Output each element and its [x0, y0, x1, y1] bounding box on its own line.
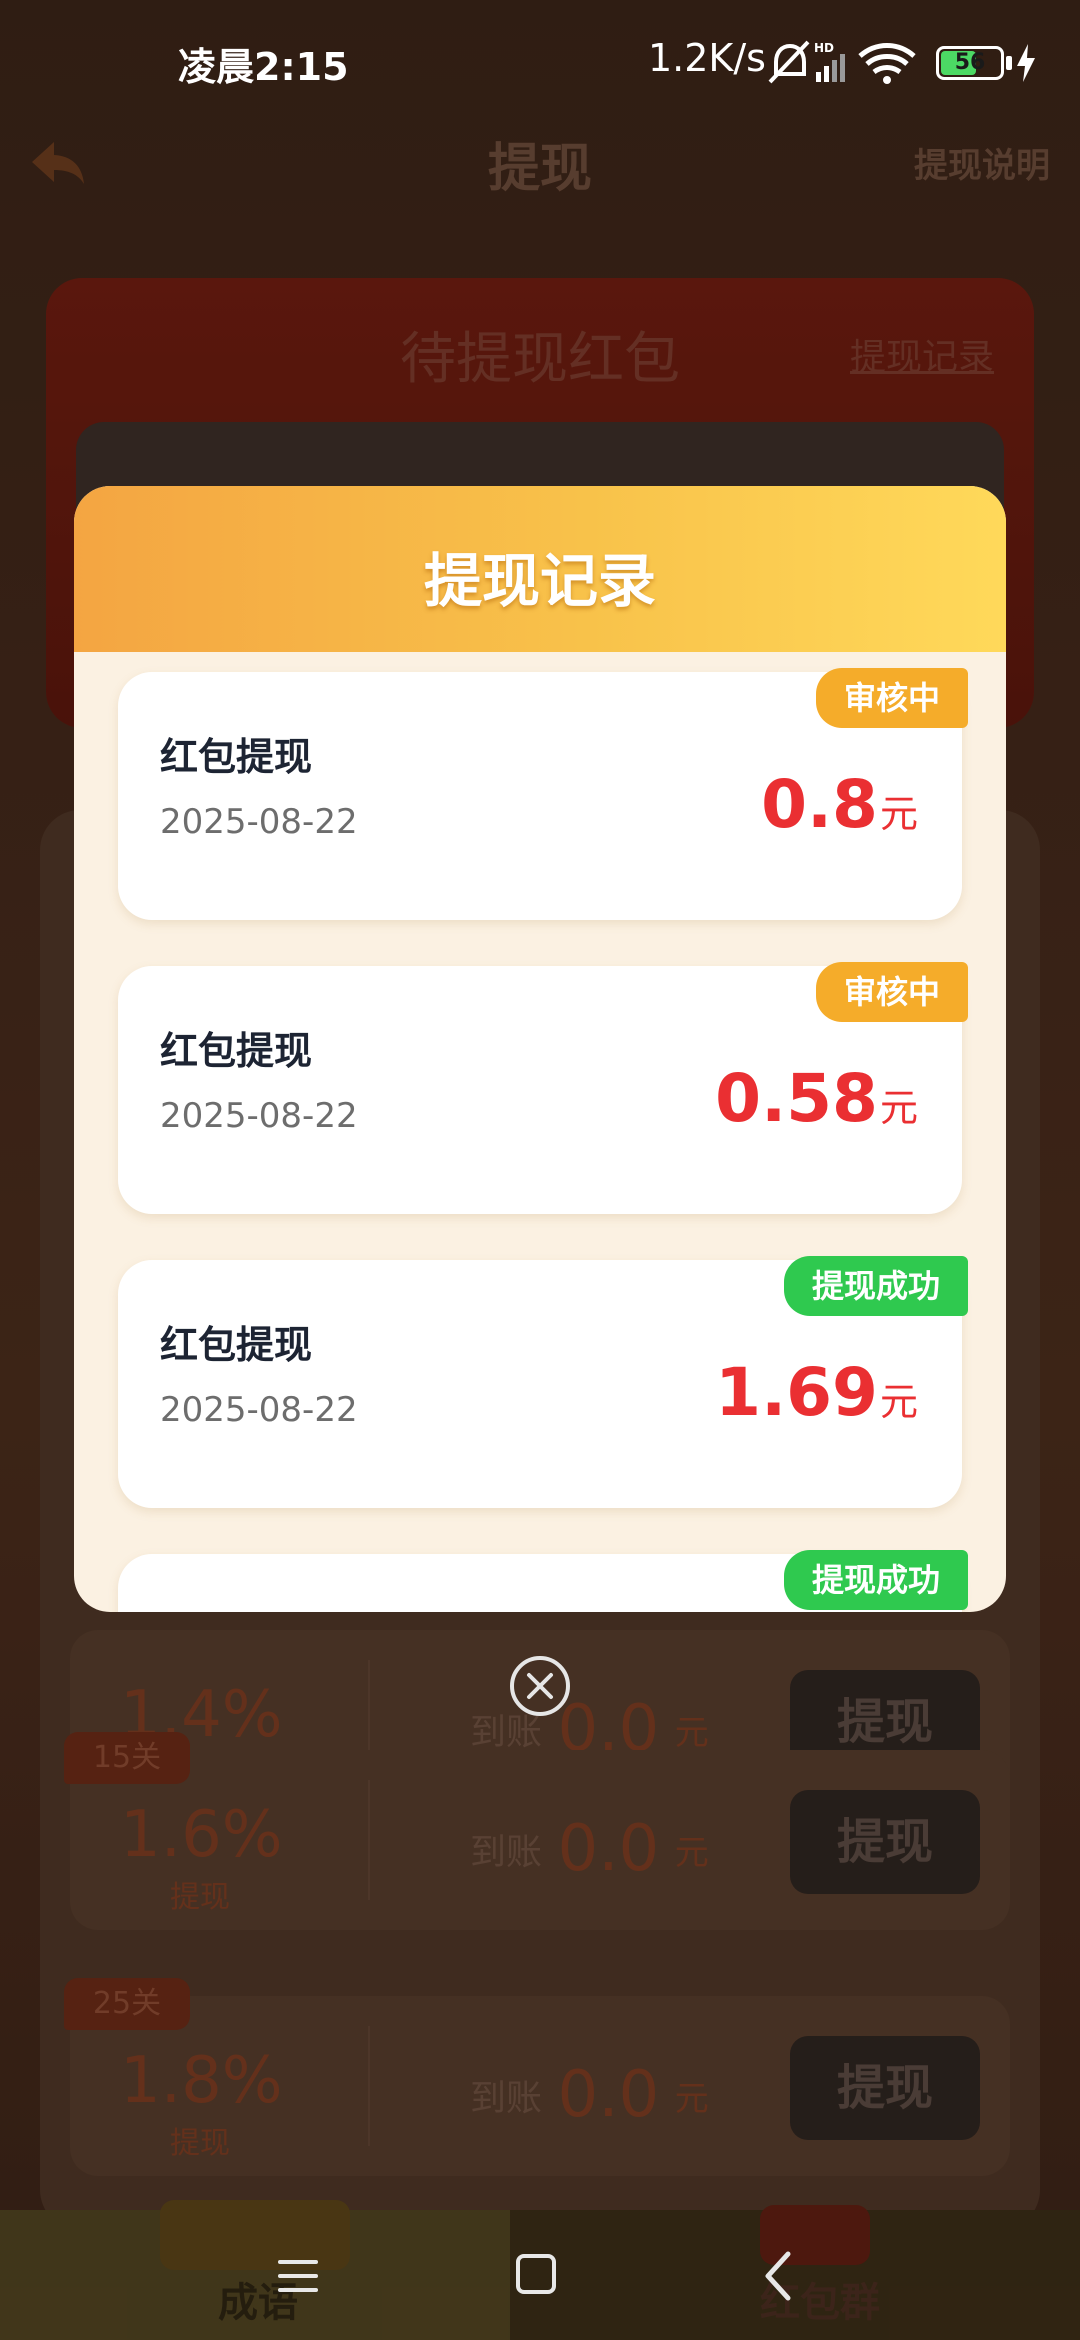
- amount-unit: 元: [879, 792, 918, 836]
- record-date: 2025-08-22: [160, 802, 358, 842]
- modal-header: 提现记录: [74, 486, 1006, 652]
- record-amount: 0.58元: [715, 1060, 918, 1137]
- amount-unit: 元: [879, 1380, 918, 1424]
- status-badge: 审核中: [815, 668, 968, 728]
- record-date: 2025-08-22: [160, 1390, 358, 1430]
- status-badge: 提现成功: [783, 1550, 968, 1610]
- wifi-icon: [858, 43, 916, 84]
- record-amount: 1.69元: [715, 1354, 918, 1431]
- withdraw-records-modal: 提现记录 审核中 红包提现 2025-08-22 0.8元 审核中 红包提现 2…: [74, 486, 1006, 1612]
- battery-level: 56: [954, 50, 986, 75]
- battery-icon: 56: [936, 46, 1004, 80]
- signal-icon: HD: [814, 41, 845, 82]
- status-badge: 提现成功: [783, 1256, 968, 1316]
- close-circle-icon[interactable]: [508, 1654, 572, 1718]
- battery-cap: [1006, 56, 1012, 70]
- menu-icon[interactable]: [276, 2256, 320, 2296]
- network-speed: 1.2K/s: [648, 36, 766, 80]
- status-bar: 凌晨2:15 1.2K/s HD 56: [0, 0, 1080, 120]
- record-card: 提现成功: [118, 1550, 968, 1612]
- system-nav-bar: [0, 2230, 1080, 2340]
- chevron-left-icon[interactable]: [758, 2250, 798, 2302]
- record-card: 提现成功 红包提现 2025-08-22 1.69元: [118, 1256, 968, 1508]
- record-date: 2025-08-22: [160, 1096, 358, 1136]
- status-icons: HD: [768, 40, 916, 84]
- status-badge: 审核中: [815, 962, 968, 1022]
- record-card: 审核中 红包提现 2025-08-22 0.8元: [118, 668, 968, 920]
- status-time: 凌晨2:15: [178, 45, 349, 89]
- record-title: 红包提现: [160, 1029, 313, 1073]
- amount-value: 0.8: [761, 766, 878, 843]
- home-square-icon[interactable]: [516, 2254, 556, 2294]
- record-title: 红包提现: [160, 735, 313, 779]
- mute-bell-icon: [768, 40, 810, 84]
- record-amount: 0.8元: [761, 766, 918, 843]
- svg-text:HD: HD: [814, 41, 834, 55]
- charging-bolt-icon: [1017, 44, 1035, 82]
- amount-value: 1.69: [715, 1354, 878, 1431]
- record-card: 审核中 红包提现 2025-08-22 0.58元: [118, 962, 968, 1214]
- record-title: 红包提现: [160, 1323, 313, 1367]
- amount-value: 0.58: [715, 1060, 878, 1137]
- amount-unit: 元: [879, 1086, 918, 1130]
- records-list[interactable]: 审核中 红包提现 2025-08-22 0.8元 审核中 红包提现 2025-0…: [74, 652, 1006, 1612]
- modal-title: 提现记录: [423, 547, 656, 615]
